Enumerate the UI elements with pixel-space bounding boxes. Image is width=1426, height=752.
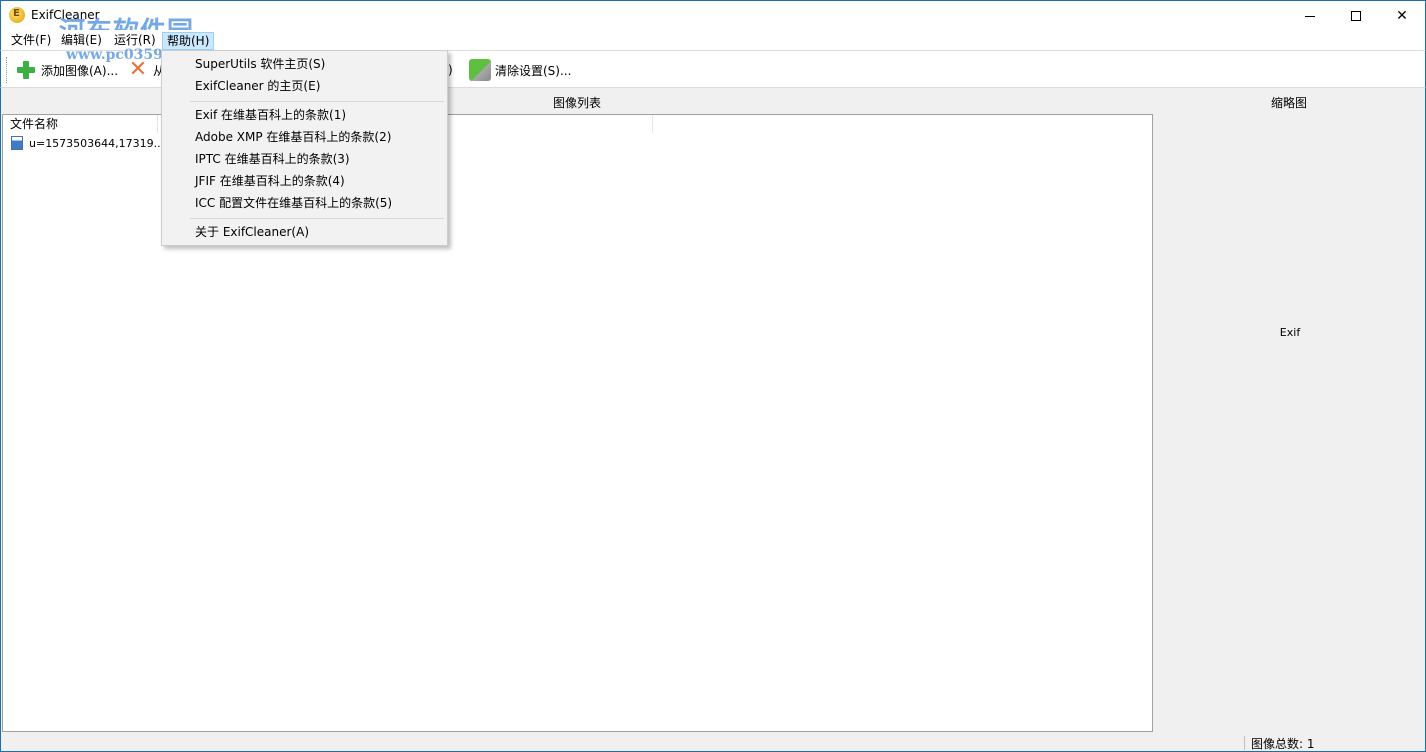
close-button[interactable]: ✕ [1379, 1, 1425, 31]
thumbnail-text: Exif [1279, 326, 1301, 339]
menu-item-about[interactable]: 关于 ExifCleaner(A) [162, 221, 447, 243]
thumbnail-caption: 缩略图 [1270, 96, 1307, 110]
file-name: u=1573503644,17319... [29, 136, 165, 150]
image-count: 图像总数: 1 [1251, 737, 1315, 751]
close-icon: ✕ [1396, 8, 1408, 24]
maximize-button[interactable] [1333, 1, 1379, 31]
menu-item-icc-wiki[interactable]: ICC 配置文件在维基百科上的条款(5) [162, 192, 447, 214]
title-bar: ExifCleaner 河东软件园 ✕ [0, 0, 1426, 47]
menu-bar: 文件(F) 编辑(E) 运行(R) 帮助(H) [0, 30, 1426, 50]
menu-separator [190, 101, 444, 102]
clear-settings-label: 清除设置(S)... [495, 63, 572, 78]
maximize-icon [1351, 11, 1361, 21]
menu-item-jfif-wiki[interactable]: JFIF 在维基百科上的条款(4) [162, 170, 447, 192]
menu-item-xmp-wiki[interactable]: Adobe XMP 在维基百科上的条款(2) [162, 126, 447, 148]
toolbar-grip[interactable] [6, 57, 9, 83]
menu-file[interactable]: 文件(F) [7, 32, 55, 50]
clear-settings-button[interactable]: 清除设置(S)... [469, 57, 571, 83]
column-header-filename[interactable]: 文件名称 [3, 115, 158, 133]
menu-item-exifcleaner-home[interactable]: ExifCleaner 的主页(E) [162, 75, 447, 97]
plus-icon [15, 59, 37, 81]
hidden-label-suffix: ) [448, 63, 453, 77]
brush-icon [469, 59, 491, 81]
menu-separator [190, 218, 444, 219]
minimize-button[interactable] [1287, 1, 1333, 31]
menu-item-exif-wiki[interactable]: Exif 在维基百科上的条款(1) [162, 104, 447, 126]
status-separator [1244, 736, 1245, 750]
table-row[interactable]: u=1573503644,17319... [11, 136, 164, 150]
app-icon[interactable] [9, 7, 25, 23]
help-menu-dropdown: SuperUtils 软件主页(S) ExifCleaner 的主页(E) Ex… [161, 50, 448, 246]
menu-item-iptc-wiki[interactable]: IPTC 在维基百科上的条款(3) [162, 148, 447, 170]
image-file-icon [11, 136, 23, 150]
hidden-button-suffix[interactable]: ) [448, 57, 453, 83]
add-image-label: 添加图像(A)... [41, 63, 119, 78]
status-bar: 图像总数: 1 [0, 733, 1426, 752]
minimize-icon [1305, 15, 1315, 17]
menu-item-superutils-home[interactable]: SuperUtils 软件主页(S) [162, 53, 447, 75]
